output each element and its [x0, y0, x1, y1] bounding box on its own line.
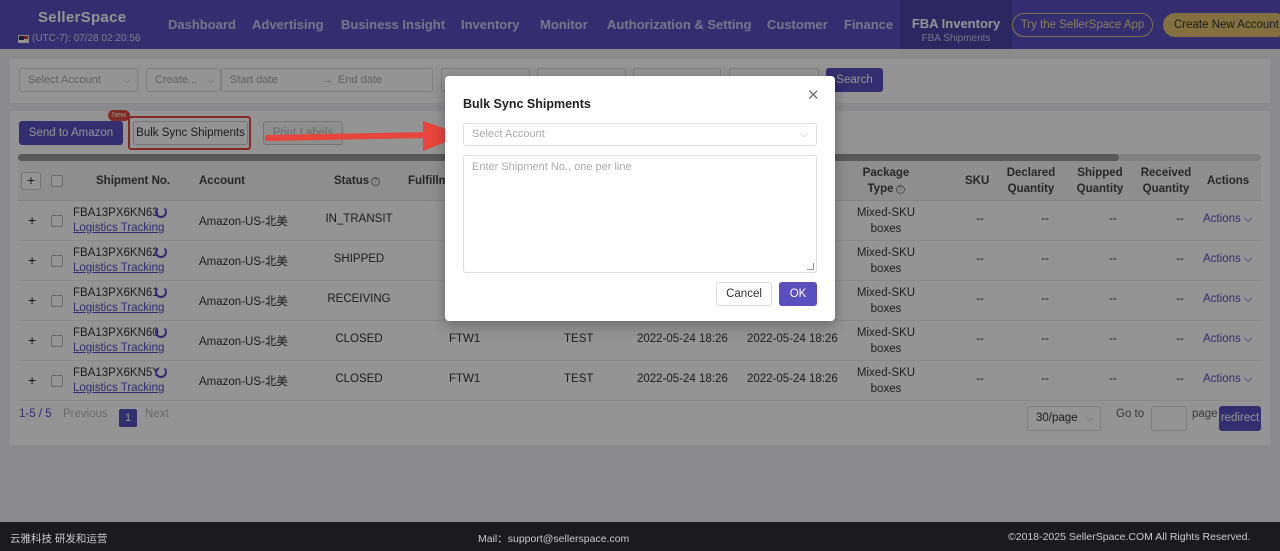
modal-account-select[interactable]: Select Account ⌵ — [463, 123, 817, 146]
ok-button[interactable]: OK — [779, 282, 817, 306]
shipment-no-textarea[interactable]: Enter Shipment No., one per line — [463, 155, 817, 273]
chevron-down-icon: ⌵ — [800, 129, 808, 140]
footer-copyright: ©2018-2025 SellerSpace.COM All Rights Re… — [1008, 531, 1251, 543]
close-icon[interactable]: ✕ — [807, 88, 820, 103]
bulk-sync-modal: Bulk Sync Shipments ✕ Select Account ⌵ E… — [445, 76, 835, 321]
cancel-button[interactable]: Cancel — [716, 282, 772, 306]
footer-mail[interactable]: Mail：support@sellerspace.com — [478, 531, 629, 546]
footer: 云雅科技 研发和运营 Mail：support@sellerspace.com … — [0, 522, 1280, 551]
modal-title: Bulk Sync Shipments — [463, 97, 591, 111]
footer-company: 云雅科技 研发和运营 — [10, 533, 108, 545]
textarea-placeholder: Enter Shipment No., one per line — [472, 161, 632, 173]
modal-account-placeholder: Select Account — [472, 128, 545, 140]
red-arrow-annotation — [265, 121, 463, 151]
resize-handle-icon[interactable] — [807, 263, 814, 270]
